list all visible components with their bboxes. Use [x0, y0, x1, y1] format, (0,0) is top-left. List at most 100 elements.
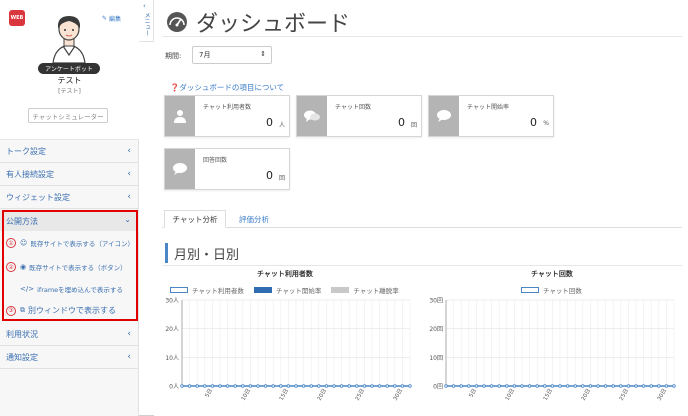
x-tick-label: 30日 — [392, 388, 404, 402]
data-point — [482, 384, 486, 388]
legend-swatch — [253, 287, 272, 293]
data-point — [543, 384, 547, 388]
data-point — [581, 384, 585, 388]
question-circle-icon: ❓ — [170, 83, 180, 92]
data-point — [347, 384, 351, 388]
data-point — [489, 384, 494, 388]
stat-unit: 回 — [278, 175, 285, 182]
period-label: 期間: — [165, 52, 182, 60]
sidebar-item-usage[interactable]: 利用状況 ‹ — [0, 324, 139, 346]
data-point — [195, 384, 199, 388]
y-tick-label: 20回 — [429, 326, 443, 333]
bot-name: テスト — [57, 76, 82, 85]
data-point — [619, 384, 623, 388]
data-point — [256, 384, 260, 388]
page-header: ダッシュボード — [166, 6, 350, 38]
y-tick-label: 20人 — [165, 326, 179, 333]
chat-bubble-icon — [429, 96, 459, 136]
chevron-left-icon: ‹ — [143, 2, 146, 10]
sidebar-item-label: トーク設定 — [6, 147, 46, 156]
x-tick-label: 15日 — [278, 388, 290, 402]
x-tick-label: 30日 — [656, 388, 668, 402]
stat-card-chat-users: チャット利用者数 0 人 — [164, 95, 290, 137]
y-tick-label: 30人 — [165, 298, 179, 305]
data-point — [535, 384, 539, 388]
sidebar-item-live-connect[interactable]: 有人接続設定 ‹ — [0, 164, 139, 186]
sidebar-item-widget-settings[interactable]: ウィジェット設定 ‹ — [0, 187, 139, 209]
data-point — [263, 384, 268, 388]
data-point — [210, 384, 215, 388]
bot-subname: [テスト] — [58, 88, 81, 95]
data-point — [301, 384, 306, 388]
data-point — [527, 384, 532, 388]
chat-bubble-icon — [165, 149, 195, 189]
user-icon — [165, 96, 195, 136]
y-tick-label: 30回 — [429, 298, 443, 305]
period-value: 7月 — [199, 51, 211, 59]
data-point — [641, 384, 646, 388]
data-point — [603, 384, 608, 388]
data-point — [408, 384, 412, 388]
stat-card-chat-count: チャット回数 0 回 — [296, 95, 422, 137]
data-point — [626, 384, 631, 388]
data-point — [558, 384, 562, 388]
data-point — [248, 384, 253, 388]
y-tick-label: 10人 — [165, 355, 179, 362]
divider — [162, 36, 682, 37]
x-tick-label: 5日 — [204, 388, 215, 399]
data-point — [218, 384, 222, 388]
data-point — [588, 384, 593, 388]
stat-card-chat-start-rate: チャット開始率 0 % — [428, 95, 554, 137]
sidebar-item-label: 有人接続設定 — [6, 170, 54, 179]
divider — [162, 265, 682, 266]
period-select[interactable]: 7月 ⇕ — [192, 46, 272, 64]
data-point — [271, 384, 275, 388]
tab-chat-analysis[interactable]: チャット分析 — [164, 210, 226, 228]
chevron-left-icon: ‹ — [127, 329, 131, 339]
edit-label: 編集 — [109, 16, 122, 23]
data-point — [187, 384, 192, 388]
chat-bubbles-icon — [297, 96, 327, 136]
data-point — [611, 384, 615, 388]
sidebar-item-label: ウィジェット設定 — [6, 193, 70, 202]
data-point — [664, 384, 669, 388]
menu-toggle[interactable]: ‹ メニュー — [139, 0, 154, 42]
data-point — [279, 384, 283, 388]
y-tick-label: 0回 — [433, 384, 443, 391]
data-point — [550, 384, 555, 388]
dashboard-help-link[interactable]: ❓ダッシュボードの項目について — [170, 82, 284, 93]
tab-rating-analysis[interactable]: 評価分析 — [232, 210, 276, 228]
data-point — [233, 384, 237, 388]
sidebar-item-notifications[interactable]: 通知設定 ‹ — [0, 347, 139, 369]
data-point — [385, 384, 389, 388]
chat-simulator-button[interactable]: チャットシミュレーター — [28, 108, 108, 123]
legend-swatch — [331, 287, 350, 293]
x-tick-label: 20日 — [316, 388, 328, 402]
x-tick-label: 10日 — [240, 388, 252, 402]
analysis-tabs: チャット分析 評価分析 — [162, 210, 682, 228]
edit-link[interactable]: ✎ 編集 — [102, 14, 121, 23]
stat-card-answer-count: 回答回数 0 回 — [164, 148, 290, 190]
chart-title: チャット利用者数 — [257, 270, 313, 278]
data-point — [634, 384, 638, 388]
menu-toggle-label: メニュー — [143, 12, 150, 36]
data-point — [444, 384, 448, 388]
chevron-left-icon: ‹ — [127, 192, 131, 202]
sidebar-item-talk-settings[interactable]: トーク設定 ‹ — [0, 141, 139, 163]
x-tick-label: 25日 — [354, 388, 366, 402]
data-point — [203, 384, 207, 388]
data-point — [309, 384, 313, 388]
data-point — [339, 384, 344, 388]
dashboard-gauge-icon — [167, 12, 187, 32]
stat-label: チャット開始率 — [467, 104, 509, 111]
stat-unit: 回 — [410, 122, 417, 129]
data-point — [520, 384, 524, 388]
data-point — [370, 384, 374, 388]
data-point — [377, 384, 382, 388]
section-title: 月別・日別 — [165, 243, 239, 263]
chat-count-line-chart: 0回 10回 20回 30回 5日 10日 15日 20日 25日 30日 — [429, 298, 676, 402]
y-tick-label: 10回 — [429, 355, 443, 362]
chart-title: チャット回数 — [531, 270, 573, 278]
data-point — [324, 384, 329, 388]
data-point — [672, 384, 676, 388]
